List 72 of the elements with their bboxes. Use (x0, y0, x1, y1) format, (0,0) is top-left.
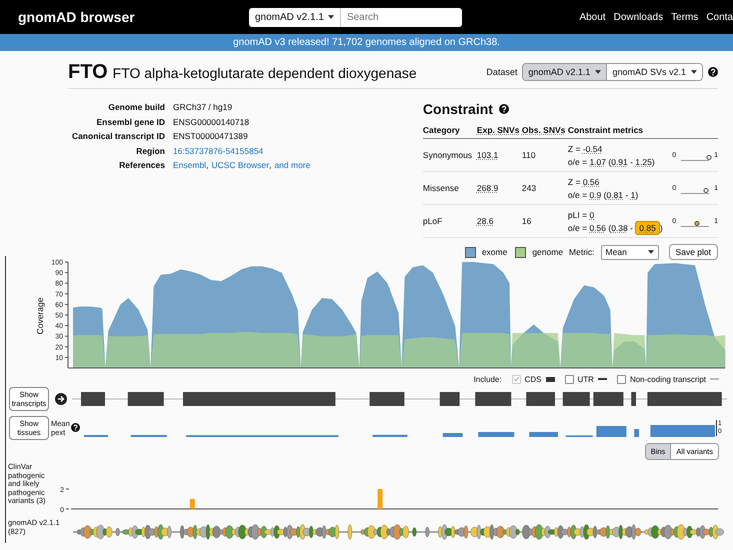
info-link[interactable]: UCSC Browser (211, 159, 270, 172)
info-link[interactable]: Ensembl (173, 159, 206, 172)
checkbox[interactable] (512, 374, 521, 384)
category-cell-text: Synonymous (422, 150, 474, 160)
info-value: ENST00000471389 (173, 130, 248, 142)
include-option-label: CDS (524, 374, 542, 384)
nav-link[interactable]: Conta (706, 12, 733, 22)
info-value: , (206, 159, 208, 172)
help-icon[interactable] (71, 423, 80, 432)
nav-link[interactable]: About (579, 12, 606, 22)
expected-value[interactable]: 103.1 (476, 150, 498, 160)
info-label: Canonical transcript ID (70, 130, 165, 142)
gene-name: FTO alpha-ketoglutarate dependent dioxygenase (112, 64, 417, 80)
observed-value: 243 (522, 183, 538, 193)
info-label: Genome build (107, 101, 165, 114)
caret-icon (328, 15, 334, 19)
site-logo[interactable]: gnomAD browser (18, 9, 249, 25)
constraint-heading: Constraint (422, 101, 493, 117)
column-header: Constraint metrics (568, 125, 644, 135)
info-link[interactable]: and more (274, 159, 310, 172)
legend-label: genome (532, 247, 564, 257)
announcement-text[interactable]: gnomAD v3 released! 71,702 genomes aligned on GRCh38. (233, 37, 500, 48)
info-value: GRCh37 / hg19 (173, 101, 232, 114)
column-header: Category (422, 125, 461, 135)
info-label: Ensembl gene ID (96, 116, 165, 128)
checkbox[interactable] (564, 374, 574, 384)
search-field[interactable]: gnomAD v2.1.1 Search (249, 8, 462, 26)
info-label: References (118, 159, 165, 172)
metric-text: o/e = 1.07 (0.91 - 1.25) (568, 156, 656, 166)
info-label: Region (135, 144, 165, 157)
column-header: Obs. SNVs (522, 125, 566, 135)
caret-icon (648, 250, 654, 254)
column-header: Exp. SNVs (476, 125, 520, 135)
nav-link[interactable]: Terms (671, 12, 698, 22)
dataset-select[interactable]: gnomAD v2.1.1 (249, 8, 341, 26)
metric-text: Z = 0.56 (568, 176, 600, 186)
clinvar-bar (190, 498, 195, 509)
info-link[interactable]: 16:53737876-54155854 (173, 144, 264, 157)
category-cell-text: Missense (422, 183, 460, 193)
clinvar-bar (377, 489, 382, 509)
metric-text: pLI = 0 (568, 210, 596, 220)
axis-title: Coverage (35, 298, 45, 334)
metric-select[interactable]: Mean (600, 244, 659, 260)
observed-value: 110 (522, 150, 536, 160)
help-icon[interactable] (708, 67, 718, 77)
expected-value[interactable]: 268.9 (476, 183, 498, 193)
help-icon[interactable] (498, 104, 509, 114)
info-value: , (269, 159, 272, 172)
checkbox[interactable] (616, 374, 626, 384)
legend-label: exome (482, 247, 508, 257)
category-cell-text: pLoF (422, 216, 444, 226)
dataset-option[interactable]: gnomAD v2.1.1 (523, 64, 608, 80)
expected-value[interactable]: 28.6 (476, 216, 494, 226)
dataset-label: Dataset (486, 67, 518, 77)
include-option-label: Non-coding transcript (630, 374, 706, 384)
save-plot-button[interactable]: Save plot (668, 244, 718, 260)
info-value: ENSG00000140718 (173, 116, 250, 128)
observed-value: 16 (522, 216, 532, 226)
gene-symbol: FTO (68, 60, 108, 84)
legend-swatch (546, 376, 554, 382)
metric-text: o/e = 0.56 (0.38 - 0.85 ) (568, 222, 664, 232)
y-axis (65, 488, 70, 510)
caret-icon (595, 70, 602, 74)
metric-label: Metric: (569, 247, 595, 257)
metric-text: o/e = 0.9 (0.81 - 1) (568, 190, 640, 200)
dataset-option[interactable]: gnomAD SVs v2.1 (607, 64, 702, 80)
include-option-label: UTR (578, 374, 594, 384)
metric-text: Z = -0.54 (568, 144, 604, 154)
include-label: Include: (474, 374, 502, 384)
nav-link[interactable]: Downloads (614, 12, 664, 22)
arrow-circle-icon (55, 392, 67, 404)
caret-icon (691, 70, 697, 74)
